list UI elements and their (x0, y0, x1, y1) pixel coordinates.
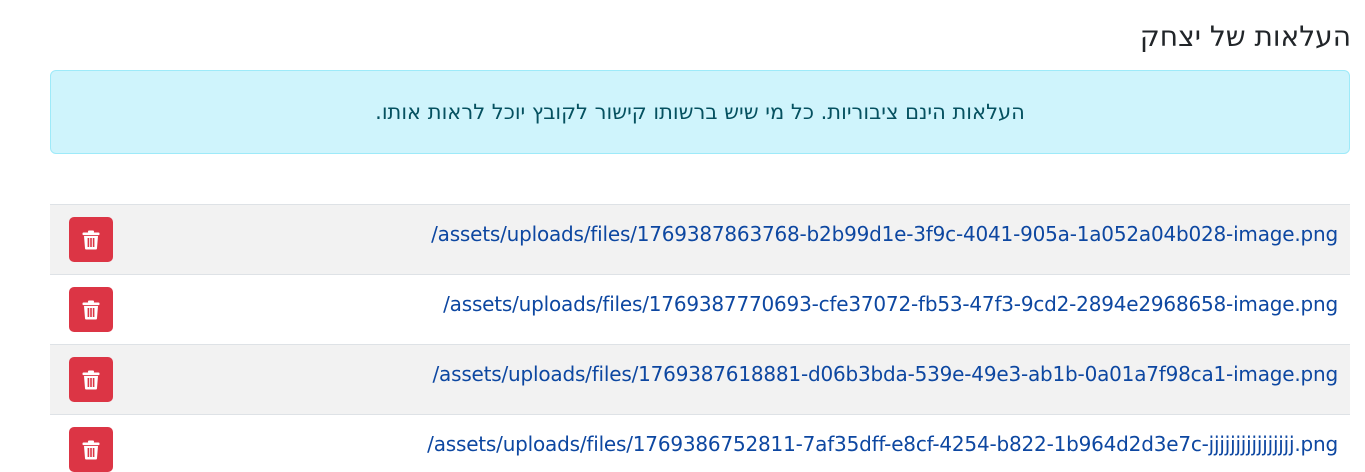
uploads-list: /assets/uploads/files/1769387863768-b2b9… (50, 204, 1350, 472)
upload-file-link[interactable]: /assets/uploads/files/1769387770693-cfe3… (443, 292, 1338, 316)
delete-upload-button[interactable] (69, 427, 113, 472)
delete-upload-button[interactable] (69, 217, 113, 262)
upload-row: /assets/uploads/files/1769386752811-7af3… (50, 414, 1350, 472)
delete-upload-button[interactable] (69, 357, 113, 402)
public-uploads-notice: העלאות הינם ציבוריות. כל מי שיש ברשותו ק… (50, 70, 1350, 154)
trash-icon (82, 440, 100, 459)
upload-row: /assets/uploads/files/1769387618881-d06b… (50, 344, 1350, 414)
upload-file-link[interactable]: /assets/uploads/files/1769386752811-7af3… (427, 432, 1338, 456)
notice-text: העלאות הינם ציבוריות. כל מי שיש ברשותו ק… (375, 100, 1025, 124)
upload-file-link[interactable]: /assets/uploads/files/1769387618881-d06b… (433, 362, 1339, 386)
trash-icon (82, 370, 100, 389)
upload-row: /assets/uploads/files/1769387770693-cfe3… (50, 274, 1350, 344)
trash-icon (82, 230, 100, 249)
upload-file-link[interactable]: /assets/uploads/files/1769387863768-b2b9… (431, 222, 1338, 246)
page-title: העלאות של יצחק (1139, 20, 1351, 53)
upload-row: /assets/uploads/files/1769387863768-b2b9… (50, 204, 1350, 274)
uploads-page: העלאות של יצחק העלאות הינם ציבוריות. כל … (0, 0, 1365, 472)
delete-upload-button[interactable] (69, 287, 113, 332)
trash-icon (82, 300, 100, 319)
